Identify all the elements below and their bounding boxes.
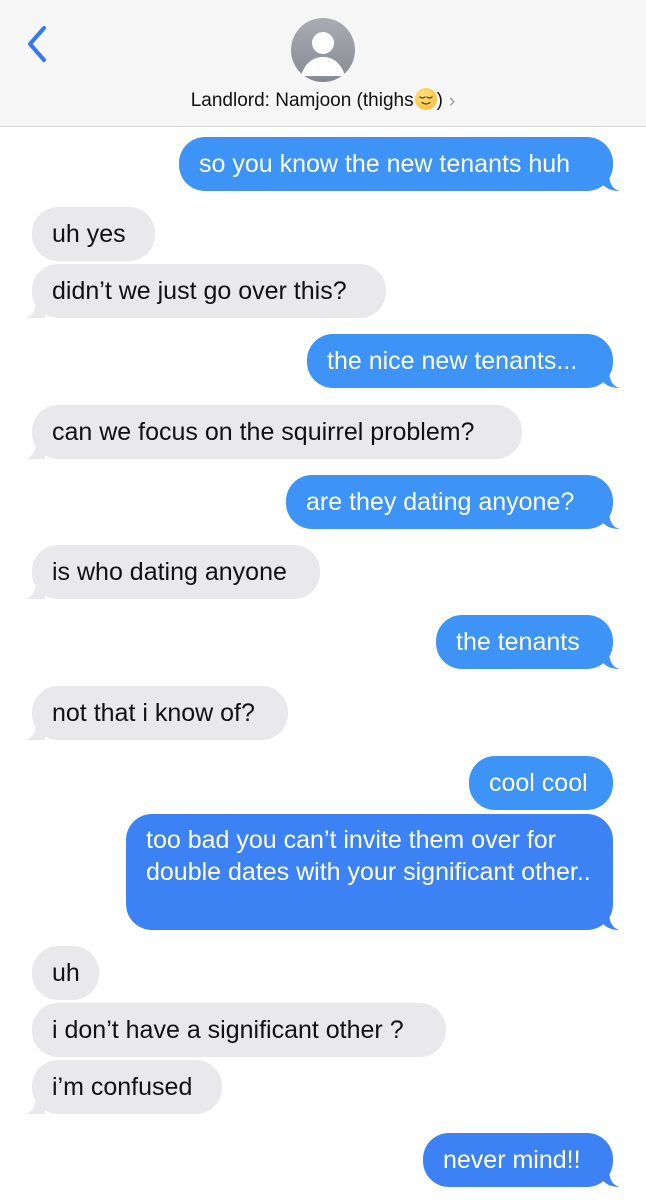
message-text: never mind!!	[443, 1145, 581, 1174]
person-icon	[301, 32, 345, 76]
message-bubble-incoming[interactable]: uh yes	[32, 207, 155, 261]
conversation-header: Landlord: Namjoon (thighs) ›	[0, 0, 646, 127]
message-bubble-incoming[interactable]: is who dating anyone	[32, 545, 320, 599]
message-bubble-outgoing[interactable]: are they dating anyone?	[286, 475, 613, 529]
message-text: the tenants	[456, 627, 580, 656]
message-text: are they dating anyone?	[306, 487, 575, 516]
message-bubble-incoming[interactable]: uh	[32, 946, 99, 1000]
message-text: so you know the new tenants huh	[199, 149, 571, 178]
message-text: not that i know of?	[52, 698, 255, 727]
message-text: didn’t we just go over this?	[52, 276, 347, 305]
message-bubble-incoming[interactable]: i don’t have a significant other ?	[32, 1003, 446, 1057]
message-text: i’m confused	[52, 1072, 193, 1101]
message-bubble-outgoing[interactable]: too bad you can’t invite them over for d…	[126, 814, 613, 930]
message-text: i don’t have a significant other ?	[52, 1015, 404, 1044]
message-bubble-incoming[interactable]: didn’t we just go over this?	[32, 264, 386, 318]
back-button[interactable]	[22, 22, 52, 66]
message-bubble-outgoing[interactable]: never mind!!	[423, 1133, 613, 1187]
message-text: uh	[52, 958, 80, 987]
chevron-right-icon: ›	[448, 91, 456, 112]
message-bubble-incoming[interactable]: i’m confused	[32, 1060, 222, 1114]
message-bubble-incoming[interactable]: not that i know of?	[32, 686, 288, 740]
message-bubble-outgoing[interactable]: cool cool	[469, 756, 613, 810]
message-text: is who dating anyone	[52, 557, 287, 586]
message-text: too bad you can’t invite them over for d…	[146, 826, 591, 886]
message-bubble-outgoing[interactable]: the tenants	[436, 615, 613, 669]
contact-name-button[interactable]: Landlord: Namjoon (thighs) ›	[0, 88, 646, 113]
contact-avatar[interactable]	[291, 18, 355, 82]
chevron-left-icon	[28, 26, 46, 62]
message-text: can we focus on the squirrel problem?	[52, 417, 475, 446]
message-bubble-incoming[interactable]: can we focus on the squirrel problem?	[32, 405, 522, 459]
contact-name: Landlord: Namjoon (thighs	[190, 90, 414, 111]
contact-name-suffix: )	[436, 90, 443, 111]
message-bubble-outgoing[interactable]: so you know the new tenants huh	[179, 137, 613, 191]
message-text: cool cool	[489, 768, 588, 797]
message-text: uh yes	[52, 219, 126, 248]
message-bubble-outgoing[interactable]: the nice new tenants...	[307, 334, 613, 388]
relieved-face-emoji-icon	[414, 88, 437, 110]
message-text: the nice new tenants...	[327, 346, 578, 375]
